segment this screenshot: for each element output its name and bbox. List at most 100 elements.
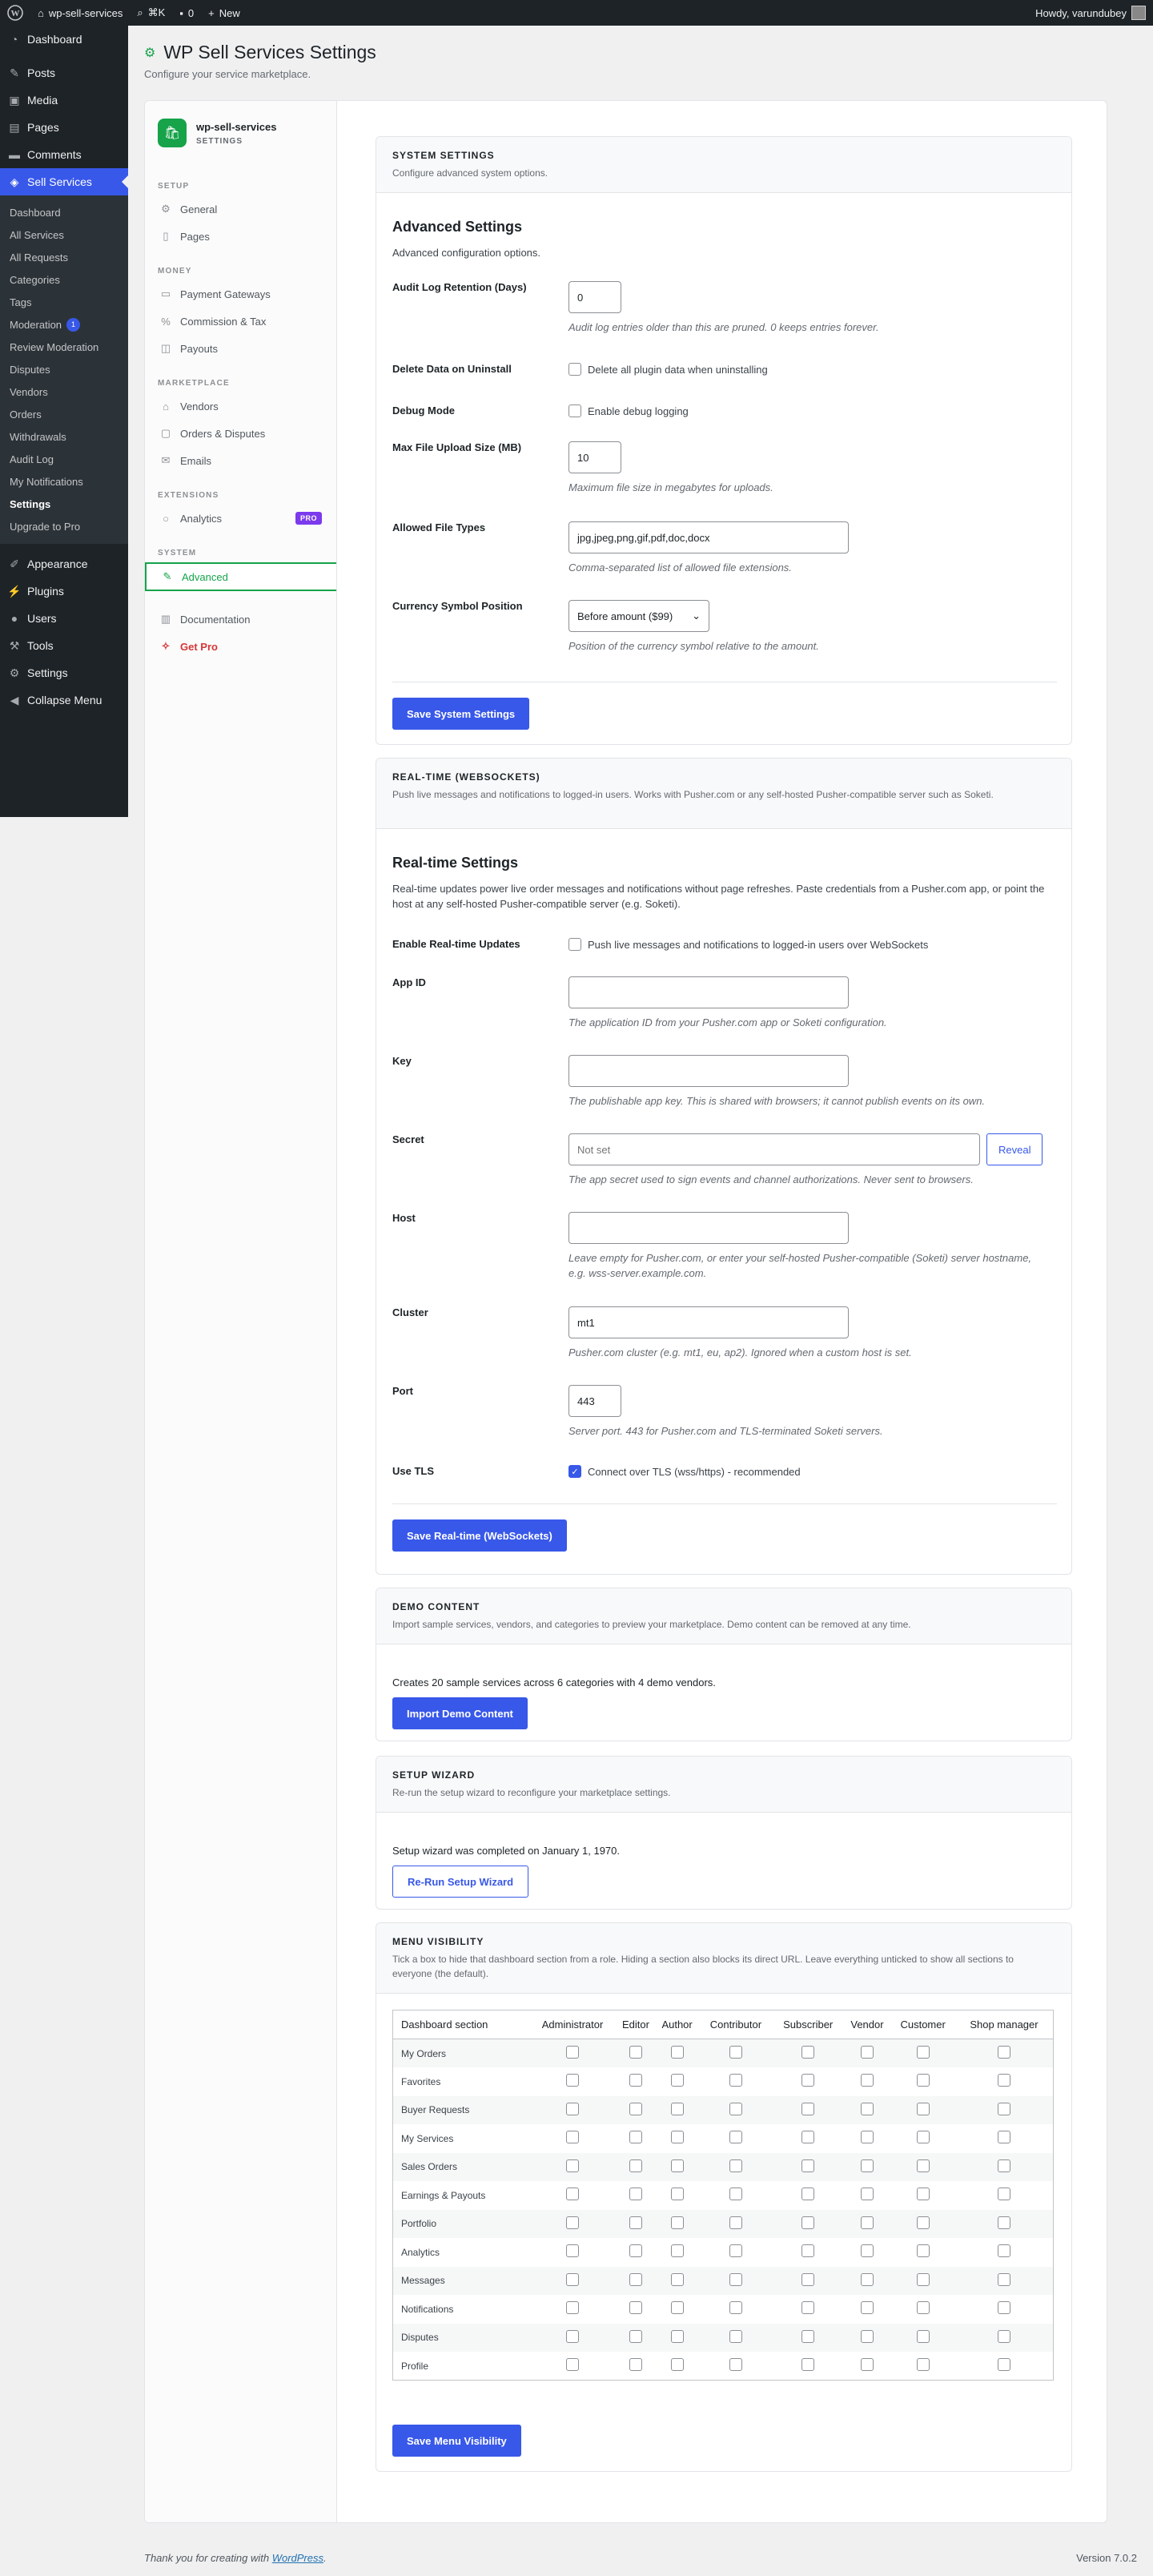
debug-mode-checkbox[interactable]	[568, 405, 581, 417]
submenu-item[interactable]: Orders	[0, 403, 128, 425]
hide-section-checkbox[interactable]	[629, 2244, 642, 2258]
hide-section-checkbox[interactable]	[670, 2102, 684, 2115]
hide-section-checkbox[interactable]	[801, 2244, 815, 2258]
hide-section-checkbox[interactable]	[916, 2272, 930, 2286]
host-input[interactable]	[568, 1212, 849, 1244]
hide-section-checkbox[interactable]	[801, 2216, 815, 2229]
nav-item-analytics[interactable]: ○ Analytics PRO	[145, 505, 336, 532]
hide-section-checkbox[interactable]	[860, 2358, 874, 2371]
hide-section-checkbox[interactable]	[997, 2301, 1010, 2315]
hide-section-checkbox[interactable]	[670, 2358, 684, 2371]
hide-section-checkbox[interactable]	[566, 2188, 580, 2201]
hide-section-checkbox[interactable]	[729, 2188, 742, 2201]
hide-section-checkbox[interactable]	[629, 2046, 642, 2059]
hide-section-checkbox[interactable]	[629, 2358, 642, 2371]
hide-section-checkbox[interactable]	[916, 2244, 930, 2258]
save-system-settings-button[interactable]: Save System Settings	[392, 698, 530, 730]
hide-section-checkbox[interactable]	[916, 2074, 930, 2087]
hide-section-checkbox[interactable]	[629, 2329, 642, 2343]
hide-section-checkbox[interactable]	[997, 2188, 1010, 2201]
hide-section-checkbox[interactable]	[566, 2329, 580, 2343]
hide-section-checkbox[interactable]	[729, 2131, 742, 2144]
hide-section-checkbox[interactable]	[629, 2188, 642, 2201]
max-upload-input[interactable]	[568, 441, 621, 473]
hide-section-checkbox[interactable]	[860, 2329, 874, 2343]
command-palette-button[interactable]: ⌕ ⌘K	[130, 0, 172, 26]
hide-section-checkbox[interactable]	[729, 2074, 742, 2087]
hide-section-checkbox[interactable]	[629, 2131, 642, 2144]
menu-tools[interactable]: ⚒ Tools	[0, 632, 128, 659]
nav-item-payment-gateways[interactable]: ▭ Payment Gateways	[145, 280, 336, 308]
nav-item-vendors[interactable]: ⌂ Vendors	[145, 392, 336, 420]
hide-section-checkbox[interactable]	[566, 2102, 580, 2115]
hide-section-checkbox[interactable]	[860, 2216, 874, 2229]
hide-section-checkbox[interactable]	[670, 2159, 684, 2172]
hide-section-checkbox[interactable]	[860, 2244, 874, 2258]
nav-item-documentation[interactable]: ▥ Documentation	[145, 606, 336, 633]
nav-item-advanced[interactable]: ✎ Advanced	[145, 562, 336, 591]
hide-section-checkbox[interactable]	[997, 2244, 1010, 2258]
reveal-secret-button[interactable]: Reveal	[986, 1133, 1043, 1165]
menu-appearance[interactable]: ✐ Appearance	[0, 550, 128, 578]
hide-section-checkbox[interactable]	[916, 2131, 930, 2144]
hide-section-checkbox[interactable]	[729, 2102, 742, 2115]
menu-sell-services[interactable]: ◈ Sell Services	[0, 168, 128, 195]
hide-section-checkbox[interactable]	[860, 2074, 874, 2087]
secret-input[interactable]	[568, 1133, 980, 1165]
menu-comments[interactable]: ▬ Comments	[0, 141, 128, 168]
hide-section-checkbox[interactable]	[566, 2131, 580, 2144]
hide-section-checkbox[interactable]	[916, 2358, 930, 2371]
menu-dashboard[interactable]: ◔ Dashboard	[0, 26, 128, 53]
submenu-item[interactable]: Disputes	[0, 358, 128, 380]
hide-section-checkbox[interactable]	[566, 2046, 580, 2059]
hide-section-checkbox[interactable]	[566, 2159, 580, 2172]
hide-section-checkbox[interactable]	[801, 2329, 815, 2343]
nav-item-orders-disputes[interactable]: ▢ Orders & Disputes	[145, 420, 336, 447]
submenu-item[interactable]: Upgrade to Pro	[0, 515, 128, 537]
save-realtime-button[interactable]: Save Real-time (WebSockets)	[392, 1519, 567, 1552]
port-input[interactable]	[568, 1385, 621, 1417]
nav-item-emails[interactable]: ✉ Emails	[145, 447, 336, 474]
hide-section-checkbox[interactable]	[629, 2159, 642, 2172]
hide-section-checkbox[interactable]	[670, 2329, 684, 2343]
hide-section-checkbox[interactable]	[916, 2159, 930, 2172]
submenu-item[interactable]: Categories	[0, 268, 128, 291]
menu-pages[interactable]: ▤ Pages	[0, 114, 128, 141]
hide-section-checkbox[interactable]	[729, 2244, 742, 2258]
hide-section-checkbox[interactable]	[801, 2188, 815, 2201]
hide-section-checkbox[interactable]	[670, 2188, 684, 2201]
nav-item-get-pro[interactable]: ✧ Get Pro	[145, 633, 336, 660]
hide-section-checkbox[interactable]	[801, 2301, 815, 2315]
hide-section-checkbox[interactable]	[801, 2272, 815, 2286]
submenu-item[interactable]: Moderation 1	[0, 313, 128, 336]
new-content-link[interactable]: + New	[201, 0, 247, 26]
hide-section-checkbox[interactable]	[916, 2188, 930, 2201]
nav-item-pages[interactable]: ▯ Pages	[145, 223, 336, 250]
menu-posts[interactable]: ✎ Posts	[0, 59, 128, 87]
submenu-item[interactable]: Dashboard	[0, 201, 128, 223]
hide-section-checkbox[interactable]	[729, 2159, 742, 2172]
currency-position-select[interactable]: Before amount ($99) ⌄	[568, 600, 709, 632]
audit-retention-input[interactable]	[568, 281, 621, 313]
submenu-item[interactable]: All Requests	[0, 246, 128, 268]
hide-section-checkbox[interactable]	[860, 2188, 874, 2201]
hide-section-checkbox[interactable]	[801, 2159, 815, 2172]
hide-section-checkbox[interactable]	[997, 2272, 1010, 2286]
submenu-item[interactable]: All Services	[0, 223, 128, 246]
cluster-input[interactable]	[568, 1306, 849, 1338]
hide-section-checkbox[interactable]	[566, 2272, 580, 2286]
hide-section-checkbox[interactable]	[916, 2329, 930, 2343]
allowed-file-types-input[interactable]	[568, 521, 849, 553]
hide-section-checkbox[interactable]	[916, 2216, 930, 2229]
rerun-setup-wizard-button[interactable]: Re-Run Setup Wizard	[392, 1866, 529, 1898]
hide-section-checkbox[interactable]	[860, 2102, 874, 2115]
hide-section-checkbox[interactable]	[860, 2046, 874, 2059]
menu-settings[interactable]: ⚙ Settings	[0, 659, 128, 686]
hide-section-checkbox[interactable]	[566, 2358, 580, 2371]
hide-section-checkbox[interactable]	[860, 2131, 874, 2144]
hide-section-checkbox[interactable]	[801, 2046, 815, 2059]
hide-section-checkbox[interactable]	[729, 2272, 742, 2286]
submenu-item[interactable]: Withdrawals	[0, 425, 128, 448]
hide-section-checkbox[interactable]	[801, 2074, 815, 2087]
nav-item-general[interactable]: ⚙ General	[145, 195, 336, 223]
